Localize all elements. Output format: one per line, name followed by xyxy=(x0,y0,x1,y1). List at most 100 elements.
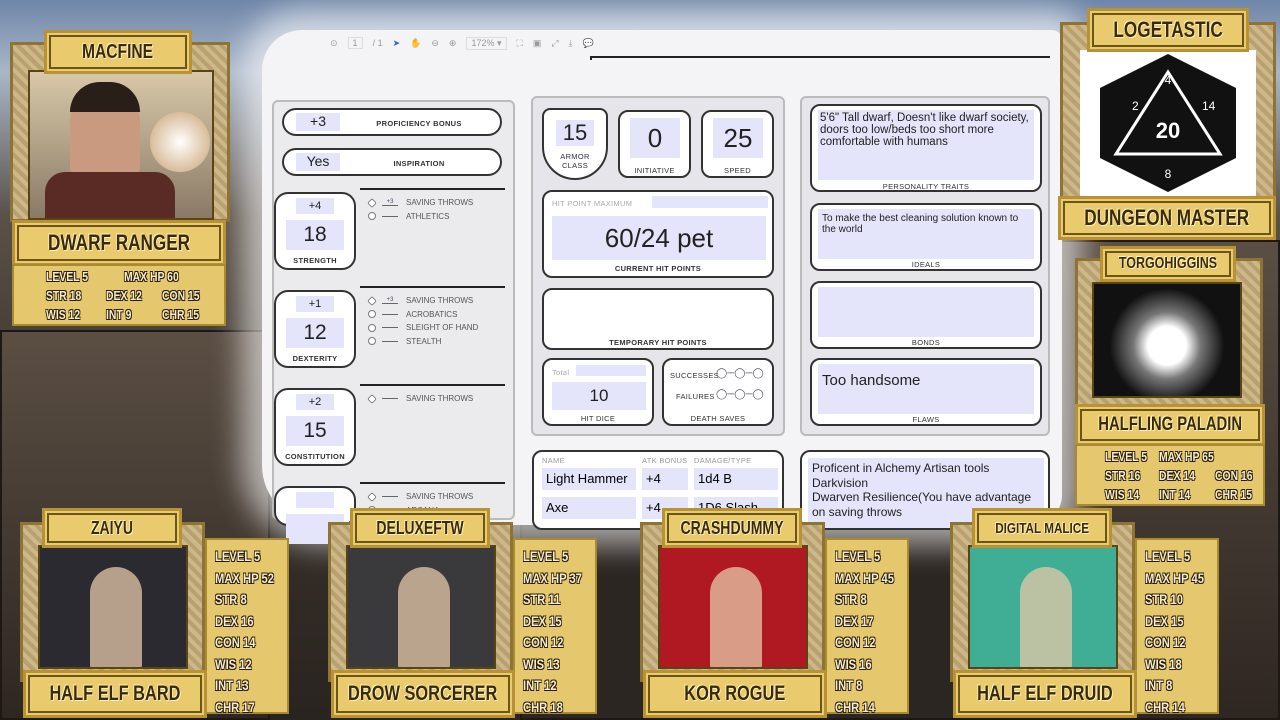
proficiency-checkbox[interactable] xyxy=(368,212,376,221)
stat-label: WIS xyxy=(215,655,237,672)
skill-name: SAVING THROWS xyxy=(406,198,474,207)
inspiration-label: INSPIRATION xyxy=(393,159,445,168)
zoom-select[interactable]: 172% ▾ xyxy=(466,36,507,50)
skill-bonus-input[interactable] xyxy=(382,327,398,329)
fit-page-icon[interactable]: ⛶ xyxy=(517,38,523,49)
failure-checkboxes[interactable]: ◯─◯─◯ xyxy=(716,389,764,400)
player-name-plate-text: DELUXEFTW xyxy=(376,517,464,538)
skill-bonus-input[interactable] xyxy=(382,496,398,498)
ability-modifier[interactable]: +4 xyxy=(296,198,334,214)
skill-bonus-input[interactable]: +3 xyxy=(382,297,398,305)
attack-damage[interactable]: 1d4 B xyxy=(694,468,778,490)
ability-modifier[interactable]: +1 xyxy=(296,296,334,312)
proficiency-checkbox[interactable] xyxy=(367,394,377,404)
proficiency-bonus-value[interactable]: +3 xyxy=(296,113,340,131)
ability-score[interactable]: 15 xyxy=(286,416,344,446)
stat-wis: WIS 14 xyxy=(1105,487,1139,502)
success-checkboxes[interactable]: ◯─◯─◯ xyxy=(716,368,764,379)
skill-row: STEALTH xyxy=(368,337,441,346)
player-name-plate-text: MACFINE xyxy=(82,40,154,63)
ability-divider-line xyxy=(360,384,505,386)
proficiency-checkbox[interactable] xyxy=(367,296,377,306)
armor-class-value[interactable]: 15 xyxy=(556,120,594,146)
stat-value: 5 xyxy=(874,548,881,564)
macfine-stats: LEVEL 5 MAX HP 60 STR 18 DEX 12 CON 15 WIS 12… xyxy=(12,264,226,326)
stat-con: CON 14 xyxy=(215,632,266,654)
proficiency-checkbox[interactable] xyxy=(367,492,377,502)
hit-dice-value[interactable]: 10 xyxy=(552,382,646,410)
proficiency-checkbox[interactable] xyxy=(368,310,376,319)
stat-value: 14 xyxy=(1178,487,1191,502)
proficiency-checkbox[interactable] xyxy=(367,198,377,208)
skill-bonus-input[interactable] xyxy=(382,215,398,217)
current-hp-value[interactable]: 60/24 pet xyxy=(552,216,766,260)
player-name-plate-text: TORGOHIGGINS xyxy=(1118,255,1218,272)
speed-value[interactable]: 25 xyxy=(713,118,763,158)
zoom-in-icon[interactable]: ⊕ xyxy=(449,38,457,49)
page-number-input[interactable]: 1 xyxy=(347,37,363,49)
stat-label: WIS xyxy=(523,655,545,672)
stat-level: LEVEL 5 xyxy=(835,546,886,568)
skill-bonus-input[interactable] xyxy=(382,340,398,342)
proficiency-checkbox[interactable] xyxy=(368,337,376,346)
ability-modifier[interactable]: +2 xyxy=(296,394,334,410)
skill-row: SLEIGHT OF HAND xyxy=(368,323,478,332)
death-saves-label: DEATH SAVES xyxy=(690,414,746,423)
ability-strength: +4 18 STRENGTH xyxy=(274,192,356,270)
stat-con: CON 12 xyxy=(835,632,886,654)
ability-modifier[interactable] xyxy=(296,492,334,508)
skill-bonus-input[interactable]: +3 xyxy=(382,199,398,207)
ideals-input[interactable]: To make the best cleaning solution known… xyxy=(818,209,1034,259)
ability-divider-line xyxy=(360,482,505,484)
ability-score[interactable]: 18 xyxy=(286,220,344,250)
stat-value: 14 xyxy=(1172,698,1185,715)
dm-role-plate: DUNGEON MASTER xyxy=(1058,196,1276,240)
flaws-input[interactable]: Too handsome xyxy=(818,364,1034,414)
stat-dex: DEX 15 xyxy=(1145,611,1196,633)
stat-str: STR 10 xyxy=(1145,589,1196,611)
zoom-out-icon[interactable]: ⊖ xyxy=(431,38,439,49)
skill-bonus-input[interactable] xyxy=(382,313,398,315)
bonds-input[interactable] xyxy=(818,287,1034,337)
stat-label: DEX xyxy=(1145,612,1169,629)
player-name-plate-text: CRASHDUMMY xyxy=(680,517,784,538)
inspiration-value[interactable]: Yes xyxy=(296,153,340,171)
ability-score[interactable]: 12 xyxy=(286,318,344,348)
page-icon[interactable]: ▣ xyxy=(533,38,542,49)
class-plate-text: KOR ROGUE xyxy=(684,682,786,705)
stat-label: DEX xyxy=(835,612,859,629)
download-icon[interactable]: ⊙ xyxy=(330,38,338,49)
skill-bonus-input[interactable] xyxy=(382,398,398,400)
proficiency-checkbox[interactable] xyxy=(368,323,376,332)
attack-name[interactable]: Axe xyxy=(542,497,636,519)
personality-traits-input[interactable]: 5'6" Tall dwarf, Doesn't like dwarf soci… xyxy=(818,110,1034,180)
stat-value: 9 xyxy=(125,307,132,322)
skill-row: +3 SAVING THROWS xyxy=(367,296,473,306)
dm-name-plate: LOGETASTIC xyxy=(1087,8,1249,52)
stat-chr: CHR 15 xyxy=(162,307,199,322)
sign-icon[interactable]: ⤓ xyxy=(569,38,573,49)
stat-label: STR xyxy=(835,591,858,607)
select-tool-icon[interactable]: ➤ xyxy=(393,38,401,49)
inspiration: Yes INSPIRATION xyxy=(282,148,502,176)
attacks-header-atk-bonus: ATK BONUS xyxy=(642,456,688,465)
ability-label: DEXTERITY xyxy=(292,354,338,363)
hp-max-input[interactable] xyxy=(652,196,768,208)
stat-label: WIS xyxy=(835,655,857,672)
player-name-plate: TORGOHIGGINS xyxy=(1100,246,1236,282)
stat-value: 5 xyxy=(562,548,569,564)
attack-name[interactable]: Light Hammer xyxy=(542,468,636,490)
hit-dice-total-input[interactable] xyxy=(576,365,646,376)
stat-label: STR xyxy=(523,591,546,607)
stat-value: 17 xyxy=(242,698,255,715)
ability-score xyxy=(274,486,356,544)
fullscreen-icon[interactable]: ⤢ xyxy=(551,38,558,49)
player-figure xyxy=(1020,567,1072,667)
attack-bonus[interactable]: +4 xyxy=(642,468,688,490)
hand-tool-icon[interactable]: ✋ xyxy=(410,38,421,49)
stat-max_hp: MAX HP 37 xyxy=(523,568,582,590)
stat-value: 12 xyxy=(239,655,252,672)
initiative-value[interactable]: 0 xyxy=(630,118,680,158)
comment-icon[interactable]: 💬 xyxy=(583,38,594,49)
class-plate: HALFLING PALADIN xyxy=(1075,404,1265,446)
